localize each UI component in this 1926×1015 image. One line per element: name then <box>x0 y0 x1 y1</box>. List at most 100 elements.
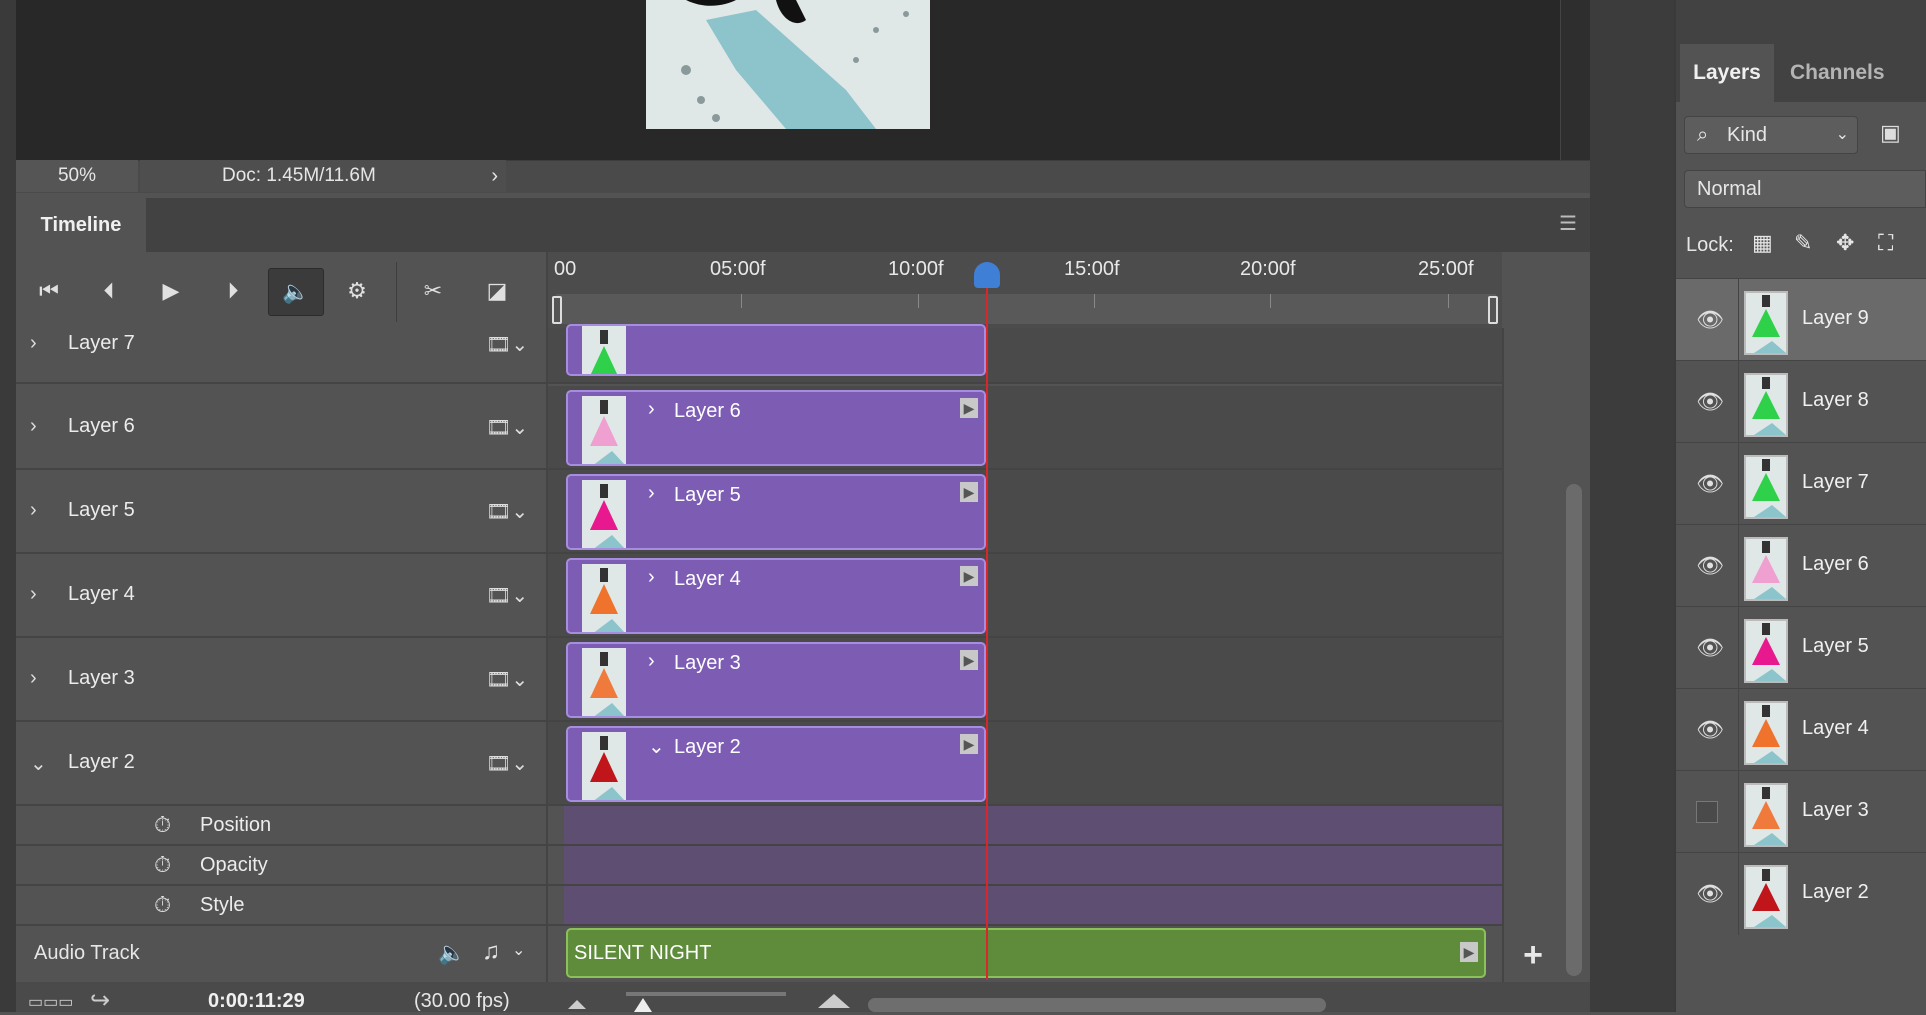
canvas-image[interactable] <box>646 0 930 129</box>
work-area-start-handle[interactable] <box>552 296 562 324</box>
tab-layers[interactable]: Layers <box>1680 44 1774 102</box>
layer-row[interactable]: 👁 Layer 6 <box>1676 524 1926 607</box>
eye-icon[interactable]: 👁 <box>1696 717 1724 743</box>
speaker-icon[interactable]: 🔈 <box>438 940 465 966</box>
layer-row[interactable]: 👁 Layer 5 <box>1676 606 1926 689</box>
eye-icon[interactable]: 👁 <box>1696 553 1724 579</box>
video-clip[interactable]: ⌄ Layer 2 ▶ <box>566 726 986 802</box>
blend-mode-select[interactable]: Normal <box>1684 170 1926 208</box>
chevron-right-icon[interactable]: › <box>648 398 655 421</box>
chevron-down-icon[interactable]: ⌄ <box>30 751 47 776</box>
work-area-bar[interactable] <box>556 294 1496 324</box>
video-clip[interactable]: › Layer 3 ▶ <box>566 642 986 718</box>
zoom-in-icon[interactable] <box>818 994 850 1008</box>
chevron-down-icon[interactable]: ⌄ <box>512 940 525 960</box>
track-header[interactable]: › Layer 7 🎞⌄ <box>16 328 546 382</box>
layer-row[interactable]: 👁 Layer 7 <box>1676 442 1926 525</box>
track-header[interactable]: › Layer 6 🎞⌄ <box>16 386 546 468</box>
zoom-slider-track[interactable] <box>626 992 786 996</box>
video-clip[interactable]: › Layer 4 ▶ <box>566 558 986 634</box>
layer-filter-select[interactable]: ⌕ Kind ⌄ <box>1684 116 1858 154</box>
eye-icon[interactable]: 👁 <box>1696 307 1724 333</box>
image-filter-icon[interactable]: ▣ <box>1880 120 1908 148</box>
go-to-first-frame-button[interactable]: ⏮ <box>24 268 74 314</box>
film-strip-icon[interactable]: 🎞⌄ <box>486 415 528 440</box>
chevron-right-icon[interactable]: › <box>30 667 37 690</box>
panel-menu-icon[interactable]: ☰ <box>1556 212 1580 236</box>
track-header[interactable]: › Layer 4 🎞⌄ <box>16 554 546 636</box>
chevron-down-icon[interactable]: ⌄ <box>648 734 665 759</box>
mute-audio-button[interactable]: 🔈 <box>268 268 324 316</box>
layer-row[interactable]: 👁 Layer 9 <box>1676 278 1926 361</box>
layer-row[interactable]: Layer 3 <box>1676 770 1926 853</box>
stopwatch-icon[interactable]: ⏱ <box>154 812 171 838</box>
lock-brush-icon[interactable]: ✎ <box>1794 230 1812 256</box>
timeline-horizontal-scrollbar[interactable] <box>868 998 1326 1012</box>
film-strip-icon[interactable]: 🎞⌄ <box>486 499 528 524</box>
stopwatch-icon[interactable]: ⏱ <box>154 852 171 878</box>
clip-end-icon[interactable]: ▶ <box>960 482 978 502</box>
tab-timeline[interactable]: Timeline <box>16 198 146 252</box>
canvas-vertical-scrollbar[interactable] <box>1560 0 1591 160</box>
work-area-end-handle[interactable] <box>1488 296 1498 324</box>
lock-artboard-icon[interactable]: ⛶ <box>1878 230 1893 256</box>
chevron-right-icon[interactable]: › <box>30 499 37 522</box>
track-header[interactable]: ⌄ Layer 2 🎞⌄ <box>16 722 546 804</box>
eye-icon[interactable]: 👁 <box>1696 635 1724 661</box>
convert-to-frame-animation-icon[interactable]: ▭▭▭ <box>28 992 73 1012</box>
chevron-right-icon[interactable]: › <box>30 415 37 438</box>
eye-icon[interactable]: 👁 <box>1696 881 1724 907</box>
property-row-opacity[interactable]: ⏱ Opacity <box>16 846 546 884</box>
add-audio-button[interactable]: + <box>1518 936 1548 975</box>
chevron-right-icon[interactable]: › <box>30 583 37 606</box>
property-row-position[interactable]: ⏱ Position <box>16 806 546 844</box>
chevron-right-icon[interactable]: › <box>648 566 655 589</box>
eye-icon[interactable]: 👁 <box>1696 471 1724 497</box>
split-at-playhead-button[interactable]: ✂ <box>408 268 458 314</box>
music-note-icon[interactable]: ♫ <box>482 938 500 966</box>
lock-position-icon[interactable]: ✥ <box>1836 230 1854 256</box>
property-track[interactable] <box>564 846 1502 884</box>
zoom-level[interactable]: 50% <box>16 160 138 192</box>
clip-end-icon[interactable]: ▶ <box>960 398 978 418</box>
clip-end-icon[interactable]: ▶ <box>960 566 978 586</box>
clip-end-icon[interactable]: ▶ <box>1460 942 1478 962</box>
current-time[interactable]: 0:00:11:29 <box>208 990 305 1013</box>
visibility-toggle-off[interactable] <box>1696 801 1718 823</box>
playback-settings-button[interactable]: ⚙ <box>332 268 382 314</box>
film-strip-icon[interactable]: 🎞⌄ <box>486 751 528 776</box>
chevron-right-icon[interactable]: › <box>30 332 37 355</box>
property-track[interactable] <box>564 886 1502 924</box>
audio-clip[interactable]: SILENT NIGHT ▶ <box>566 928 1486 978</box>
video-clip[interactable] <box>566 324 986 376</box>
layer-row[interactable]: 👁 Layer 8 <box>1676 360 1926 443</box>
chevron-right-icon[interactable]: › <box>648 650 655 673</box>
audio-track-header[interactable]: Audio Track 🔈 ♫ ⌄ <box>16 928 546 982</box>
video-clip[interactable]: › Layer 6 ▶ <box>566 390 986 466</box>
stopwatch-icon[interactable]: ⏱ <box>154 892 171 918</box>
layer-row[interactable]: 👁 Layer 2 <box>1676 852 1926 935</box>
next-frame-button[interactable]: ⏵ <box>208 268 258 314</box>
film-strip-icon[interactable]: 🎞⌄ <box>486 583 528 608</box>
chevron-right-icon[interactable]: › <box>648 482 655 505</box>
tab-channels[interactable]: Channels <box>1790 44 1885 102</box>
render-video-icon[interactable]: ↪ <box>90 986 110 1015</box>
property-track[interactable] <box>564 806 1502 844</box>
doc-info[interactable]: Doc: 1.45M/11.6M › <box>140 160 506 192</box>
eye-icon[interactable]: 👁 <box>1696 389 1724 415</box>
scrollbar-thumb[interactable] <box>1566 484 1582 976</box>
play-button[interactable]: ▶ <box>146 268 196 314</box>
track-header[interactable]: › Layer 5 🎞⌄ <box>16 470 546 552</box>
transition-button[interactable]: ◪ <box>472 268 522 314</box>
lock-transparency-icon[interactable]: ▦ <box>1752 230 1773 256</box>
clip-end-icon[interactable]: ▶ <box>960 650 978 670</box>
property-row-style[interactable]: ⏱ Style <box>16 886 546 924</box>
clip-end-icon[interactable]: ▶ <box>960 734 978 754</box>
track-header[interactable]: › Layer 3 🎞⌄ <box>16 638 546 720</box>
zoom-out-icon[interactable] <box>568 1000 586 1009</box>
chevron-right-icon[interactable]: › <box>491 160 498 192</box>
playhead-handle[interactable] <box>974 262 1000 288</box>
film-strip-icon[interactable]: 🎞⌄ <box>486 332 528 357</box>
video-clip[interactable]: › Layer 5 ▶ <box>566 474 986 550</box>
previous-frame-button[interactable]: ⏴ <box>84 268 134 314</box>
